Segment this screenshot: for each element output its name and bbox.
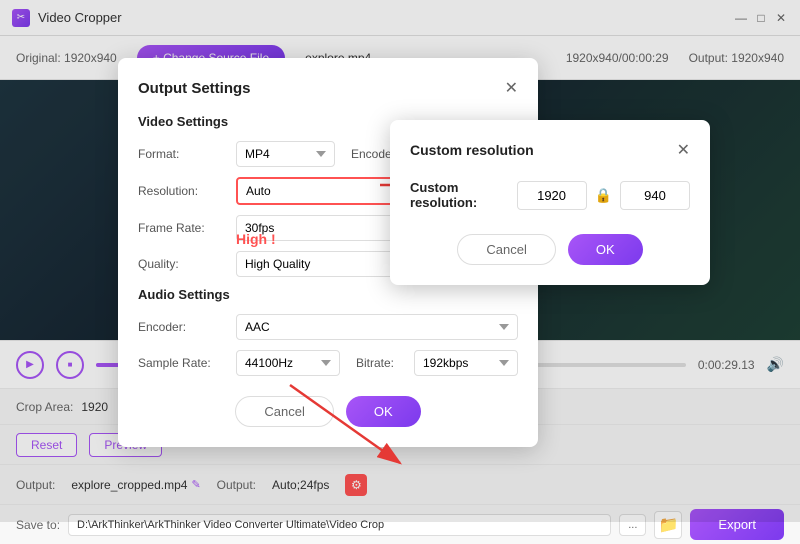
- high-warning-label: High !: [236, 231, 276, 247]
- samplerate-bitrate-row: Sample Rate: 44100Hz Bitrate: 192kbps: [138, 350, 518, 376]
- custom-res-ok-button[interactable]: OK: [568, 234, 643, 265]
- custom-res-width-input[interactable]: [517, 181, 587, 210]
- modal-title: Output Settings: [138, 80, 251, 97]
- audio-encoder-select[interactable]: AAC: [236, 314, 518, 340]
- lock-icon: 🔒: [595, 187, 612, 204]
- samplerate-label: Sample Rate:: [138, 356, 228, 370]
- custom-res-header: Custom resolution ✕: [410, 140, 690, 160]
- output-settings-ok-button[interactable]: OK: [346, 396, 421, 427]
- resolution-label: Resolution:: [138, 184, 228, 198]
- modal-footer: Cancel OK: [138, 396, 518, 427]
- bitrate-label: Bitrate:: [356, 356, 406, 370]
- samplerate-select[interactable]: 44100Hz: [236, 350, 340, 376]
- custom-res-body: Custom resolution: 🔒: [410, 180, 690, 210]
- quality-label: Quality:: [138, 257, 228, 271]
- audio-settings-title: Audio Settings: [138, 287, 518, 302]
- custom-res-title: Custom resolution: [410, 142, 534, 158]
- modal-close-button[interactable]: ✕: [505, 78, 518, 98]
- custom-res-close-button[interactable]: ✕: [677, 140, 690, 160]
- audio-encoder-label: Encoder:: [138, 320, 228, 334]
- modal-header: Output Settings ✕: [138, 78, 518, 98]
- format-label: Format:: [138, 147, 228, 161]
- custom-resolution-modal: Custom resolution ✕ Custom resolution: 🔒…: [390, 120, 710, 285]
- custom-res-label: Custom resolution:: [410, 180, 505, 210]
- custom-res-cancel-button[interactable]: Cancel: [457, 234, 555, 265]
- custom-res-height-input[interactable]: [620, 181, 690, 210]
- framerate-label: Frame Rate:: [138, 221, 228, 235]
- high-warning-text: High !: [236, 231, 276, 247]
- audio-encoder-row: Encoder: AAC: [138, 314, 518, 340]
- custom-res-footer: Cancel OK: [410, 234, 690, 265]
- bitrate-select[interactable]: 192kbps: [414, 350, 518, 376]
- format-select[interactable]: MP4: [236, 141, 335, 167]
- output-settings-cancel-button[interactable]: Cancel: [235, 396, 333, 427]
